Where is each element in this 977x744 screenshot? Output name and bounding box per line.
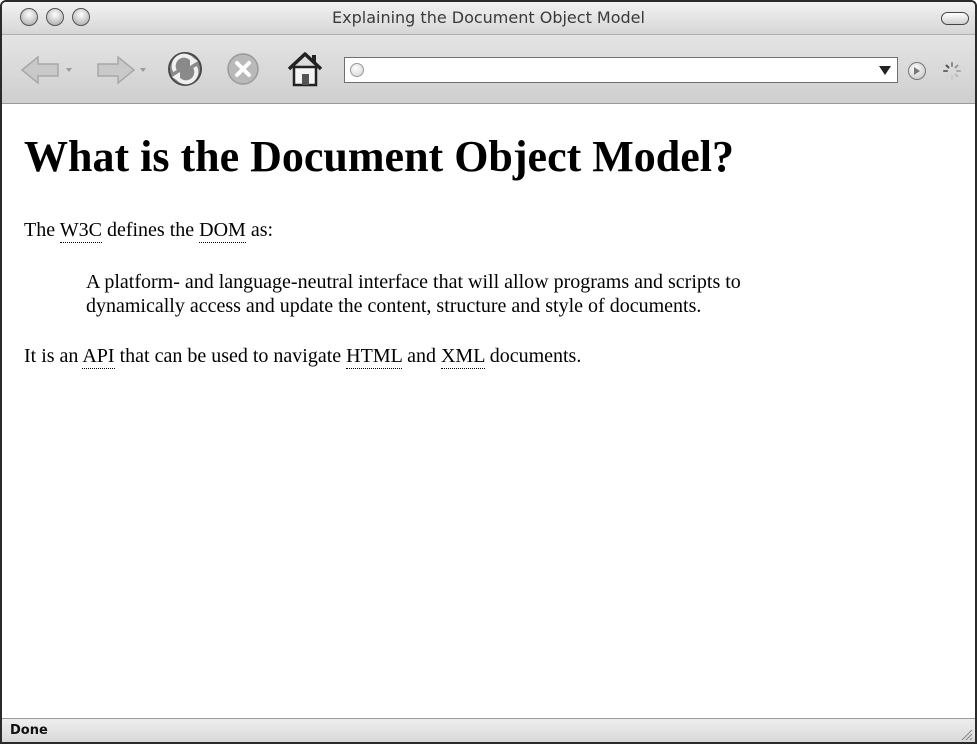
address-input[interactable] xyxy=(371,60,861,80)
api-abbreviation[interactable]: API xyxy=(82,345,115,369)
api-text-4: documents. xyxy=(484,345,582,367)
status-bar: Done xyxy=(2,718,975,742)
page-heading: What is the Document Object Model? xyxy=(24,132,735,181)
loading-throbber-icon xyxy=(943,62,961,80)
intro-text-2: defines the xyxy=(101,219,200,241)
xml-abbreviation[interactable]: XML xyxy=(440,345,485,369)
page-content: What is the Document Object Model? The W… xyxy=(2,104,975,718)
browser-window: Explaining the Document Object Model Wha… xyxy=(0,0,977,744)
address-bar[interactable] xyxy=(344,57,898,83)
go-button[interactable] xyxy=(908,62,926,80)
toolbar-toggle-button[interactable] xyxy=(941,12,969,25)
quote-line-1: A platform- and language-neutral interfa… xyxy=(86,271,741,293)
w3c-abbreviation[interactable]: W3C xyxy=(59,219,102,243)
reload-button[interactable] xyxy=(165,49,205,89)
window-title: Explaining the Document Object Model xyxy=(332,8,645,27)
site-favicon-icon xyxy=(350,63,364,77)
intro-paragraph: The W3C defines the DOM as: xyxy=(24,218,274,243)
dom-abbreviation[interactable]: DOM xyxy=(199,219,246,243)
back-button[interactable] xyxy=(18,53,76,87)
status-text: Done xyxy=(10,723,48,738)
html-abbreviation[interactable]: HTML xyxy=(346,345,403,369)
forward-arrow-icon xyxy=(97,55,146,85)
back-arrow-icon xyxy=(20,55,72,85)
forward-button[interactable] xyxy=(88,53,152,87)
intro-text-1: The xyxy=(24,219,60,241)
quote-line-2: dynamically access and update the conten… xyxy=(86,295,702,317)
title-bar[interactable]: Explaining the Document Object Model xyxy=(2,2,975,35)
api-text-1: It is an xyxy=(24,345,83,367)
dom-definition-quote: A platform- and language-neutral interfa… xyxy=(86,270,741,318)
stop-button[interactable] xyxy=(226,52,260,86)
api-paragraph: It is an API that can be used to navigat… xyxy=(24,344,582,369)
intro-text-3: as: xyxy=(245,219,274,241)
reload-icon xyxy=(168,52,202,86)
home-button[interactable] xyxy=(285,49,325,89)
api-text-2: that can be used to navigate xyxy=(114,345,347,367)
stop-icon xyxy=(227,53,259,85)
navigation-toolbar xyxy=(2,35,975,104)
resize-grip-icon[interactable] xyxy=(959,727,973,741)
home-icon xyxy=(287,52,323,87)
address-history-dropdown-icon[interactable] xyxy=(879,66,891,75)
api-text-3: and xyxy=(402,345,441,367)
